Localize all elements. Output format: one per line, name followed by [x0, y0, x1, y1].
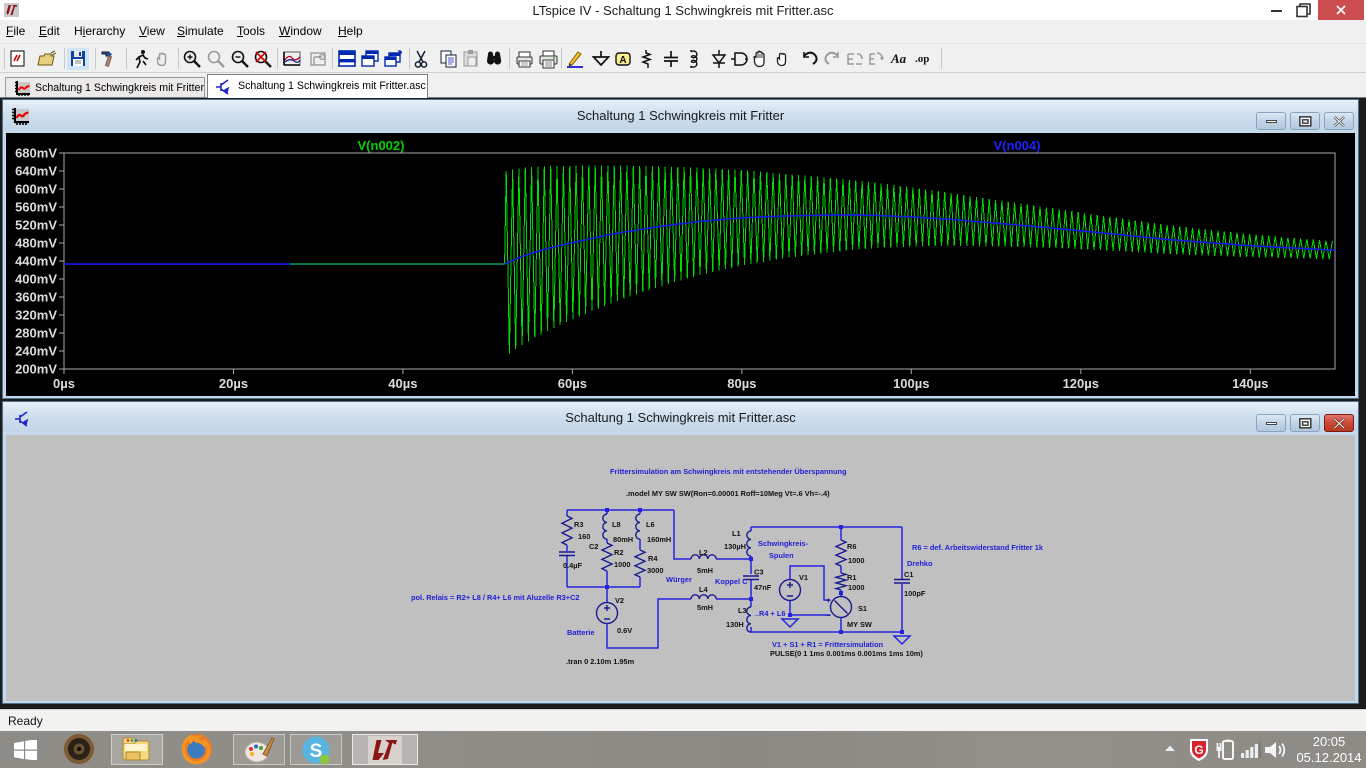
svg-text:0µs: 0µs [53, 376, 75, 391]
svg-text:Schwingkreis-: Schwingkreis- [758, 539, 809, 548]
svg-text:pol. Relais = R2+ L8 / R4+ L6: pol. Relais = R2+ L8 / R4+ L6 mit Aluzel… [411, 593, 580, 602]
svg-text:+: + [826, 596, 831, 605]
svg-text:R2: R2 [614, 548, 623, 557]
svg-text:120µs: 120µs [1063, 376, 1099, 391]
svg-text:Spulen: Spulen [769, 551, 794, 560]
svg-text:−: − [826, 611, 831, 620]
svg-text:A: A [619, 55, 626, 66]
svg-text:S1: S1 [858, 604, 867, 613]
svg-text:200mV: 200mV [15, 362, 57, 377]
svg-text:L8: L8 [612, 520, 621, 529]
svg-text:Frittersimulation am Schwingkr: Frittersimulation am Schwingkreis mit en… [610, 467, 847, 476]
svg-text:Drehko: Drehko [907, 559, 933, 568]
svg-text:5mH: 5mH [697, 603, 713, 612]
svg-text:80µs: 80µs [727, 376, 756, 391]
svg-text:100pF: 100pF [904, 589, 926, 598]
svg-text:V(n002): V(n002) [358, 138, 405, 153]
svg-text:440mV: 440mV [15, 254, 57, 269]
svg-text:3000: 3000 [647, 566, 663, 575]
svg-text:130H: 130H [726, 620, 744, 629]
svg-text:240mV: 240mV [15, 344, 57, 359]
svg-text:G: G [1194, 743, 1203, 757]
svg-text:L4: L4 [699, 585, 709, 594]
svg-text:100µs: 100µs [893, 376, 929, 391]
svg-text:R4: R4 [648, 554, 658, 563]
svg-text:C1: C1 [904, 570, 913, 579]
svg-text:680mV: 680mV [15, 146, 57, 161]
svg-text:C2: C2 [589, 542, 598, 551]
svg-text:L2: L2 [699, 548, 708, 557]
svg-text:140µs: 140µs [1232, 376, 1268, 391]
svg-text:20µs: 20µs [219, 376, 248, 391]
svg-text:0.6V: 0.6V [617, 626, 632, 635]
svg-text:Batterie: Batterie [567, 628, 595, 637]
svg-text:160mH: 160mH [647, 535, 671, 544]
svg-text:Würger: Würger [666, 575, 692, 584]
svg-text:R1: R1 [847, 573, 856, 582]
svg-text:400mV: 400mV [15, 272, 57, 287]
svg-text:60µs: 60µs [558, 376, 587, 391]
svg-text:160: 160 [578, 532, 590, 541]
svg-text:1000: 1000 [848, 583, 864, 592]
svg-text:5mH: 5mH [697, 566, 713, 575]
svg-text:L3: L3 [738, 606, 747, 615]
svg-text:.tran 0 2.10m 1.95m: .tran 0 2.10m 1.95m [566, 657, 635, 666]
svg-text:1000: 1000 [614, 560, 630, 569]
svg-text:600mV: 600mV [15, 182, 57, 197]
svg-text:560mV: 560mV [15, 200, 57, 215]
svg-text:R6: R6 [847, 542, 856, 551]
svg-text:0.4µF: 0.4µF [563, 561, 583, 570]
svg-text:520mV: 520mV [15, 218, 57, 233]
svg-text:360mV: 360mV [15, 290, 57, 305]
svg-text:PULSE(0 1 1ms 0.001ms 0.001ms: PULSE(0 1 1ms 0.001ms 0.001ms 1ms 10m) [770, 649, 923, 658]
svg-text:Aa: Aa [890, 51, 907, 66]
svg-text:47nF: 47nF [754, 583, 772, 592]
svg-text:Koppel C: Koppel C [715, 577, 748, 586]
svg-text:280mV: 280mV [15, 326, 57, 341]
svg-text:V2: V2 [615, 596, 624, 605]
svg-text:R3: R3 [574, 520, 583, 529]
svg-text:R4 + L6: R4 + L6 [759, 609, 786, 618]
svg-text:.model MY SW SW(Ron=0.00001 Ro: .model MY SW SW(Ron=0.00001 Roff=10Meg V… [626, 489, 830, 498]
svg-text:L6: L6 [646, 520, 655, 529]
svg-text:1000: 1000 [848, 556, 864, 565]
svg-text:80mH: 80mH [613, 535, 633, 544]
svg-text:→: → [753, 612, 760, 619]
svg-text:V1 + S1 + R1 = Frittersimulati: V1 + S1 + R1 = Frittersimulation [772, 640, 884, 649]
svg-text:320mV: 320mV [15, 308, 57, 323]
svg-text:130µH: 130µH [724, 542, 746, 551]
svg-text:.op: .op [915, 53, 929, 65]
svg-text:R6 = def. Arbeitswiderstand Fr: R6 = def. Arbeitswiderstand Fritter 1k [912, 543, 1044, 552]
svg-text:40µs: 40µs [388, 376, 417, 391]
svg-text:640mV: 640mV [15, 164, 57, 179]
svg-text:480mV: 480mV [15, 236, 57, 251]
svg-text:V(n004): V(n004) [994, 138, 1041, 153]
svg-text:C3: C3 [754, 568, 763, 577]
svg-text:L1: L1 [732, 529, 741, 538]
svg-text:MY SW: MY SW [847, 620, 872, 629]
svg-text:V1: V1 [799, 573, 808, 582]
